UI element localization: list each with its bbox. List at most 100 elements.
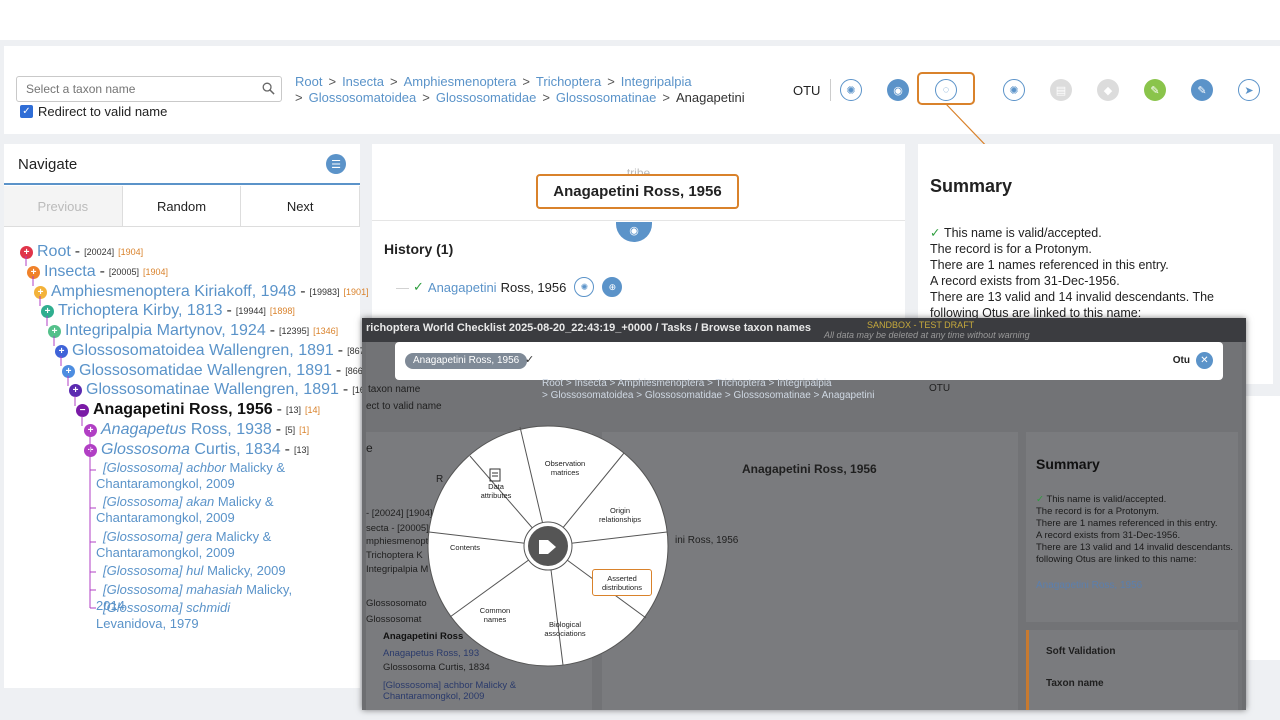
tree-leaf[interactable]: [Glossosoma] gera Malicky & Chantaramongk… [96,529,301,561]
tree-node[interactable]: + Glossosomatoidea Wallengren, 1891- [867]… [55,342,386,360]
otu-radial-button[interactable]: ✺ [840,79,862,101]
history-author: Ross, 1956 [500,279,567,295]
expand-icon[interactable]: + [20,245,33,259]
tree-node[interactable]: − Anagapetini Ross, 1956- [13] [14] [76,401,320,419]
target-icon[interactable]: ⊕ [602,277,623,297]
pin-icon[interactable]: ✎ [1144,79,1166,101]
tree-node-label[interactable]: Anagapetini Ross, 1956 [93,401,273,419]
expand-icon[interactable]: + [69,383,82,397]
navigate-title: Navigate [18,156,78,173]
tree-node-label[interactable]: Glossosomatidae Wallengren, 1891 [79,362,332,380]
history-title: History (1) [384,241,454,257]
invalid-count: [1904] [142,267,168,277]
eye-icon[interactable]: ◉ [616,222,652,242]
taxon-search-input[interactable] [17,77,247,101]
taxon-search-box[interactable] [16,76,282,102]
navigate-arrow-icon[interactable]: ➤ [1238,79,1260,101]
tree-node-label[interactable]: Glossosoma Curtis, 1834 [101,441,281,459]
tree-node[interactable]: + Integripalpia Martynov, 1924- [12395] [13… [48,322,338,340]
breadcrumb-glossosomatidae[interactable]: Glossosomatidae [436,90,536,106]
expand-icon[interactable]: + [48,324,61,338]
divider [372,220,905,221]
breadcrumb-trichoptera[interactable]: Trichoptera [536,74,601,90]
check-icon: ✓ [525,354,535,366]
tree-node[interactable]: + Amphiesmenoptera Kiriakoff, 1948- [19983… [34,283,369,301]
otu-radial-empty-button[interactable]: ◌ [935,79,957,101]
tag-button[interactable]: ◆ [1097,79,1119,101]
menu-icon[interactable]: ☰ [326,154,346,174]
right-panel-edge [1246,396,1280,660]
tree-node[interactable]: + Trichoptera Kirby, 1813- [19944] [1898] [41,302,295,320]
radial-observation-matrices[interactable]: Observation matrices [536,459,594,477]
tree-node[interactable]: + Root - [20024] [1904] [20,243,143,261]
tree-node-label[interactable]: Anagapetus Ross, 1938 [101,421,272,439]
expand-icon[interactable]: + [55,344,68,358]
random-button[interactable]: Random [123,186,242,226]
overlay-title-bar: richoptera World Checklist 2025-08-20_22… [362,318,1246,342]
radial-annotator-button[interactable]: ✺ [1003,79,1025,101]
invalid-count: [1901] [343,287,369,297]
tree-node[interactable]: + Insecta - [20005] [1904] [27,263,168,281]
tree-node-label[interactable]: Trichoptera Kirby, 1813 [58,302,223,320]
taxon-title: Anagapetini Ross, 1956 [536,174,739,209]
radial-contents[interactable]: Contents [442,543,488,552]
check-icon: ✓ [930,226,944,240]
tree-node[interactable]: +Glossosomatinae Wallengren, 1891-[161][… [69,381,391,399]
tree-node-label[interactable]: Root [37,243,71,261]
expand-icon[interactable]: + [84,443,97,457]
tree-leaf[interactable]: [Glossosoma] akan Malicky & Chantaramongk… [96,494,301,526]
radial-origin-relationships[interactable]: Origin relationships [592,506,648,524]
radial-annotator-icon[interactable]: ✺ [574,277,595,297]
tree-leaf[interactable]: [Glossosoma] hul Malicky, 2009 [96,563,301,579]
divider [830,79,832,101]
tree-node[interactable]: + Glossosoma Curtis, 1834- [13] [84,441,309,459]
breadcrumb-glossosomatinae[interactable]: Glossosomatinae [556,90,656,106]
checkbox-checked-icon[interactable]: ✓ [20,105,33,118]
next-button[interactable]: Next [241,186,361,226]
expand-icon[interactable]: + [62,364,75,378]
expand-icon[interactable]: + [41,304,54,318]
taxon-pill: Anagapetini Ross, 1956 [405,353,528,369]
tree-node-label[interactable]: Glossosomatoidea Wallengren, 1891 [72,342,334,360]
separator: - [276,401,282,418]
history-link[interactable]: Anagapetini [428,280,497,295]
edit-icon[interactable]: ✎ [1191,79,1213,101]
tree-node[interactable]: + Anagapetus Ross, 1938- [5] [1] [84,421,309,439]
tree-node[interactable]: +Glossosomatidae Wallengren, 1891-[866][… [62,362,384,380]
valid-count: [19944] [235,306,266,316]
overlay-tree-item: Chantaramongkol, 2009 [383,691,485,702]
otu-browse-button[interactable]: ◉ [887,79,909,101]
previous-button[interactable]: Previous [4,186,123,226]
tree-node-label[interactable]: Amphiesmenoptera Kiriakoff, 1948 [51,283,296,301]
overlay-tree-item: [Glossosoma] achbor Malicky & [383,680,517,691]
breadcrumb-amphiesmenoptera[interactable]: Amphiesmenoptera [404,74,517,90]
radial-biological-associations[interactable]: Biological associations [538,620,592,638]
citation-button[interactable]: ▤ [1050,79,1072,101]
tree-node-label[interactable]: Glossosomatinae Wallengren, 1891 [86,381,339,399]
breadcrumb-integripalpia[interactable]: Integripalpia [621,74,692,90]
search-icon[interactable] [262,82,275,95]
breadcrumb-insecta[interactable]: Insecta [342,74,384,90]
tree-node-label[interactable]: Insecta [44,263,96,281]
breadcrumb-root[interactable]: Root [295,74,322,90]
separator: - [74,243,81,260]
separator: - [335,362,342,379]
overlay-tree-item: mphiesmenopte [366,536,434,547]
invalid-count: [1] [299,425,310,435]
breadcrumb-current: Anagapetini [675,90,745,105]
radial-common-names[interactable]: Common names [472,606,518,624]
valid-count: [13] [293,445,309,455]
expand-icon[interactable]: + [34,285,47,299]
tree-leaf[interactable]: [Glossosoma] schmidi Levanidova, 1979 [96,600,301,632]
redirect-checkbox[interactable]: ✓ Redirect to valid name [20,104,167,119]
tree-leaf[interactable]: [Glossosoma] achbor Malicky & Chantaramon… [96,460,301,492]
breadcrumb-glossosomatoidea[interactable]: Glossosomatoidea [309,90,417,106]
radial-asserted-distributions[interactable]: Asserted distributions [592,569,652,596]
close-icon[interactable]: ✕ [1196,352,1213,369]
expand-icon[interactable]: + [84,423,97,437]
radial-data-attributes[interactable]: Data attributes [474,482,518,500]
overlay-tree-item: Integripalpia M [366,564,429,575]
expand-icon[interactable]: + [27,265,40,279]
tree-node-label[interactable]: Integripalpia Martynov, 1924 [65,322,266,340]
collapse-icon[interactable]: − [76,403,89,417]
